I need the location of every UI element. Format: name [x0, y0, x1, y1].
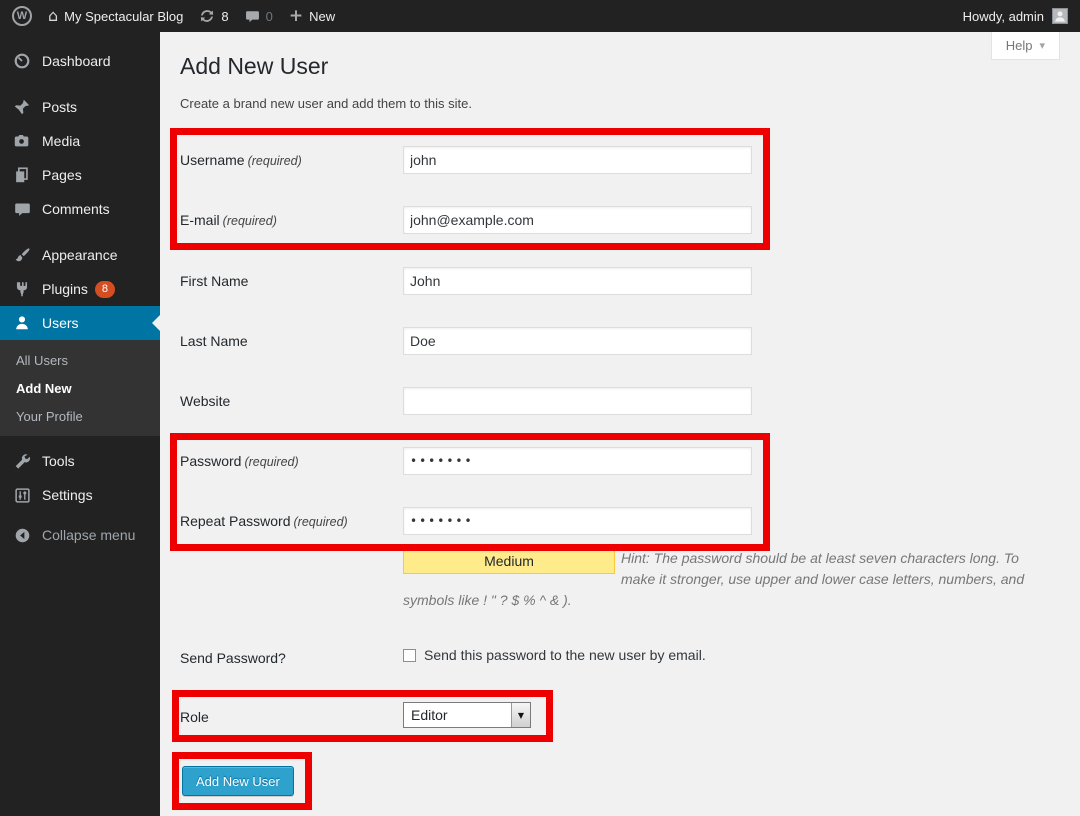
sidebar-item-posts[interactable]: Posts — [0, 90, 160, 124]
page-title: Add New User — [180, 52, 1080, 81]
username-input[interactable] — [403, 146, 752, 174]
sidebar-item-settings[interactable]: Settings — [0, 478, 160, 512]
admin-bar: W ⌂ My Spectacular Blog 8 0 + New — [0, 0, 1080, 32]
send-password-checkbox[interactable] — [403, 649, 416, 662]
sidebar-item-tools[interactable]: Tools — [0, 444, 160, 478]
chevron-down-icon: ▾ — [1039, 39, 1045, 52]
add-new-user-button[interactable]: Add New User — [182, 766, 294, 796]
user-icon — [8, 314, 36, 332]
sidebar-item-add-new[interactable]: Add New — [0, 374, 160, 402]
last-name-input[interactable] — [403, 327, 752, 355]
plug-icon — [8, 280, 36, 298]
password-label: Password(required) — [180, 453, 395, 469]
settings-sliders-icon — [8, 487, 36, 504]
sidebar-item-pages[interactable]: Pages — [0, 158, 160, 192]
help-button[interactable]: Help ▾ — [991, 32, 1060, 60]
plugins-update-badge: 8 — [95, 281, 115, 298]
sidebar-item-your-profile[interactable]: Your Profile — [0, 402, 160, 430]
users-submenu: All Users Add New Your Profile — [0, 340, 160, 436]
camera-icon — [8, 132, 36, 150]
chevron-down-icon: ▼ — [518, 711, 524, 720]
howdy-label: Howdy, admin — [963, 9, 1044, 24]
role-label: Role — [180, 709, 395, 725]
sidebar-item-comments[interactable]: Comments — [0, 192, 160, 226]
pages-icon — [8, 166, 36, 184]
send-password-label: Send Password? — [180, 650, 395, 666]
email-label: E-mail(required) — [180, 212, 395, 228]
avatar — [1052, 8, 1068, 24]
wordpress-admin-page: W ⌂ My Spectacular Blog 8 0 + New — [0, 0, 1080, 816]
home-icon: ⌂ — [48, 8, 58, 24]
paintbrush-icon — [8, 246, 36, 264]
send-password-checkbox-label: Send this password to the new user by em… — [424, 647, 706, 663]
sidebar-item-appearance[interactable]: Appearance — [0, 238, 160, 272]
collapse-menu-button[interactable]: Collapse menu — [0, 518, 160, 552]
repeat-password-input[interactable] — [403, 507, 752, 535]
sidebar-item-media[interactable]: Media — [0, 124, 160, 158]
main-content: Add New User Create a brand new user and… — [160, 32, 1080, 816]
send-password-row: Send this password to the new user by em… — [403, 647, 706, 663]
comments-bubble-icon — [245, 9, 260, 24]
site-name-link[interactable]: ⌂ My Spectacular Blog — [48, 8, 183, 24]
comment-count: 0 — [266, 9, 273, 24]
role-select[interactable]: Editor ▼ — [403, 702, 531, 728]
active-item-arrow — [152, 315, 160, 331]
dashboard-icon — [8, 52, 36, 70]
update-count: 8 — [221, 9, 228, 24]
comments-link[interactable]: 0 — [245, 9, 273, 24]
page-description: Create a brand new user and add them to … — [180, 96, 1080, 111]
sidebar-item-users[interactable]: Users — [0, 306, 160, 340]
wordpress-logo-menu[interactable]: W — [12, 6, 32, 26]
updates-icon — [199, 8, 215, 24]
password-strength-meter: Medium — [403, 548, 615, 574]
wrench-icon — [8, 452, 36, 470]
sidebar-item-all-users[interactable]: All Users — [0, 346, 160, 374]
new-label: New — [309, 9, 335, 24]
collapse-arrow-icon — [8, 527, 36, 544]
new-content-link[interactable]: + New — [289, 8, 335, 25]
updates-link[interactable]: 8 — [199, 8, 228, 24]
select-dropdown-button[interactable]: ▼ — [511, 703, 530, 727]
password-hint-area: Medium Hint: The password should be at l… — [403, 548, 1035, 611]
pushpin-icon — [8, 98, 36, 116]
website-label: Website — [180, 393, 395, 409]
admin-sidebar: Dashboard Posts Media Pages Comments — [0, 32, 160, 816]
website-input[interactable] — [403, 387, 752, 415]
plus-icon: + — [289, 8, 303, 25]
repeat-password-label: Repeat Password(required) — [180, 513, 395, 529]
username-label: Username(required) — [180, 152, 395, 168]
wordpress-logo-icon: W — [12, 6, 32, 26]
first-name-label: First Name — [180, 273, 395, 289]
last-name-label: Last Name — [180, 333, 395, 349]
email-input[interactable] — [403, 206, 752, 234]
site-name-label: My Spectacular Blog — [64, 9, 183, 24]
comment-bubble-icon — [8, 201, 36, 218]
first-name-input[interactable] — [403, 267, 752, 295]
role-selected-value: Editor — [411, 707, 448, 723]
sidebar-item-dashboard[interactable]: Dashboard — [0, 44, 160, 78]
sidebar-item-plugins[interactable]: Plugins 8 — [0, 272, 160, 306]
password-input[interactable] — [403, 447, 752, 475]
help-label: Help — [1006, 38, 1033, 53]
account-menu[interactable]: Howdy, admin — [963, 8, 1068, 24]
